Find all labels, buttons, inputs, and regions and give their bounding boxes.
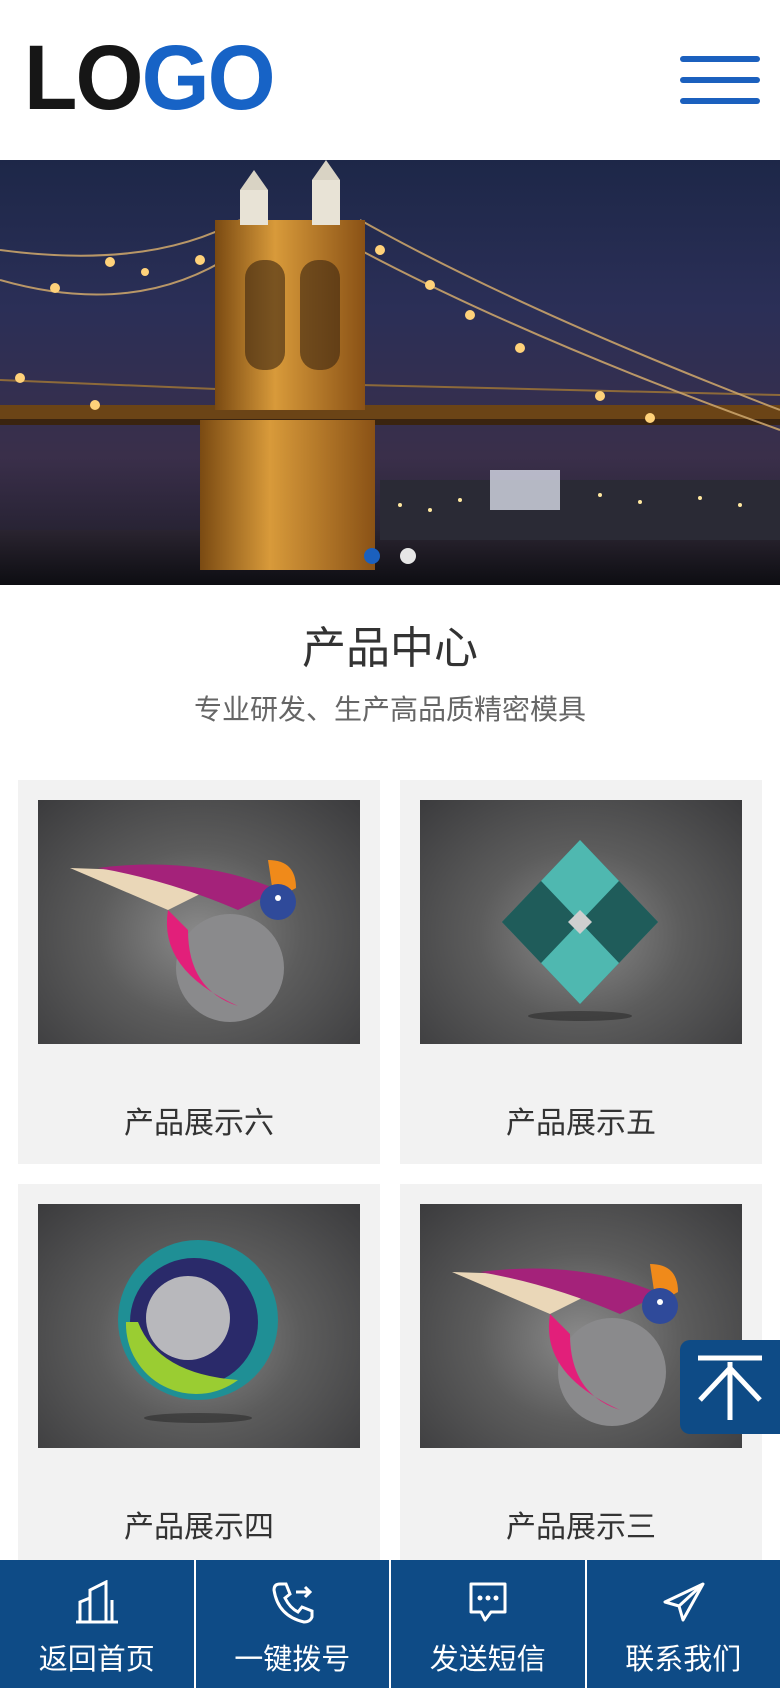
building-icon	[76, 1580, 118, 1624]
nav-home-label: 返回首页	[38, 1642, 155, 1676]
slider-pagination	[0, 548, 780, 564]
bridge-night-image	[0, 160, 780, 585]
nav-call-label: 一键拨号	[234, 1642, 351, 1676]
section-subtitle: 专业研发、生产高品质精密模具	[193, 693, 586, 726]
nav-contact-button[interactable]: 联系我们	[584, 1560, 780, 1688]
slider-dot-2[interactable]	[400, 548, 416, 564]
bottom-nav: 返回首页 一键拨号 发送短信 联系我们	[0, 1560, 780, 1688]
product-image-hummingbird	[38, 800, 360, 1044]
paper-plane-icon	[663, 1582, 704, 1622]
nav-call-button[interactable]: 一键拨号	[193, 1560, 390, 1688]
logo-text-blue: GO	[141, 27, 276, 129]
product-title: 产品展示四	[124, 1510, 274, 1545]
product-image-teal-diamond	[420, 800, 742, 1044]
back-to-top-button[interactable]	[680, 1340, 780, 1434]
site-logo[interactable]: LO GO	[24, 27, 276, 129]
product-title: 产品展示六	[124, 1106, 274, 1141]
phone-icon	[271, 1582, 313, 1624]
nav-contact-label: 联系我们	[625, 1642, 742, 1676]
section-title: 产品中心	[302, 623, 478, 674]
header: LO GO	[0, 0, 780, 160]
hamburger-menu-icon[interactable]	[680, 56, 760, 108]
product-card[interactable]: 产品展示五	[400, 780, 762, 1164]
arrow-up-icon	[698, 1355, 762, 1420]
logo-text-dark: LO	[24, 27, 143, 129]
nav-home-button[interactable]: 返回首页	[0, 1560, 194, 1688]
nav-sms-label: 发送短信	[429, 1642, 546, 1676]
nav-sms-button[interactable]: 发送短信	[389, 1560, 585, 1688]
product-title: 产品展示三	[506, 1510, 656, 1545]
banner-slider[interactable]	[0, 160, 780, 585]
product-title: 产品展示五	[506, 1106, 656, 1141]
product-card[interactable]: 产品展示四	[18, 1184, 380, 1560]
message-icon	[469, 1582, 507, 1622]
slider-dot-1[interactable]	[364, 548, 380, 564]
product-card[interactable]: 产品展示六	[18, 780, 380, 1164]
product-image-ring-sphere	[38, 1204, 360, 1448]
